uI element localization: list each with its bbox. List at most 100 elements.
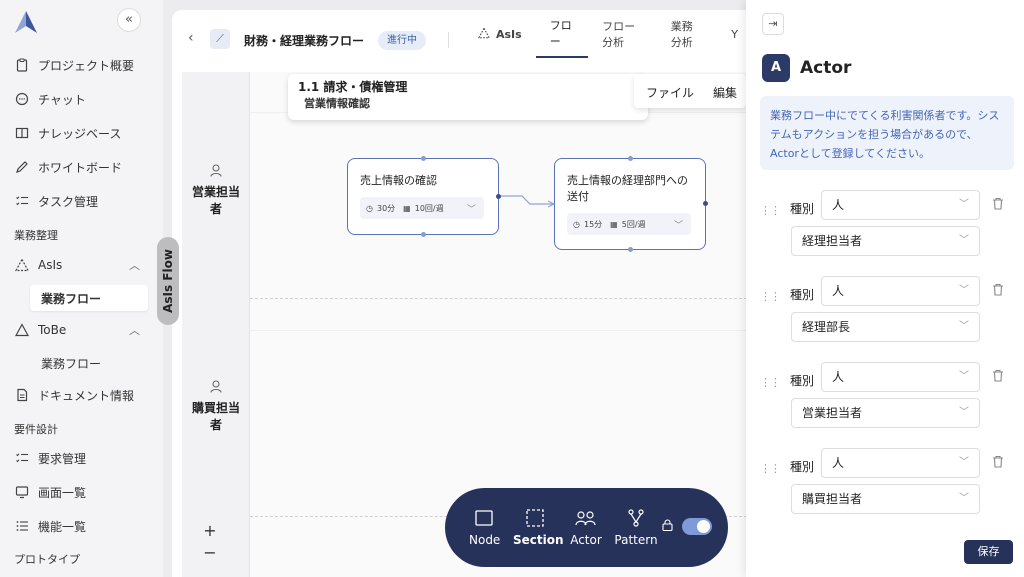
actor-name-select[interactable]: 営業担当者 ﹀ — [791, 398, 980, 428]
node-handle[interactable] — [421, 232, 426, 237]
branch-icon — [614, 508, 658, 528]
zoom-in-button[interactable]: + — [198, 521, 222, 541]
node-title: 売上情報の経理部門への送付 — [567, 174, 688, 203]
monitor-icon — [14, 484, 30, 500]
sidebar-collapse-button[interactable]: « — [117, 8, 141, 32]
sidebar-subitem-asis-flow[interactable]: 業務フロー — [30, 285, 148, 311]
node-time: 15分 — [583, 219, 603, 229]
sidebar-item-tobe[interactable]: ToBe ︿ — [14, 315, 154, 345]
panel-close-button[interactable]: ⇥ — [762, 13, 784, 35]
sidebar-item-knowledge-base[interactable]: ナレッジベース — [14, 118, 154, 148]
triangle-icon — [14, 322, 30, 338]
drag-handle-icon[interactable]: ⋮⋮ — [760, 376, 781, 389]
tab-business-analysis[interactable]: 業務分析 — [657, 10, 718, 58]
back-button[interactable]: ‹ — [188, 30, 194, 46]
toolbar-actor-button[interactable]: Actor — [569, 508, 603, 547]
chevron-up-icon[interactable]: ︿ — [129, 257, 140, 273]
select-value: 経理部長 — [802, 320, 851, 334]
lock-icon — [662, 519, 673, 534]
sidebar-item-requirements[interactable]: 要求管理 — [14, 443, 154, 473]
toolbar-pattern-button[interactable]: Pattern — [614, 508, 658, 547]
panel-description: 業務フロー中にでてくる利害関係者です。システムもアクションを担う場合があるので、… — [760, 96, 1014, 170]
type-label: 種別 — [790, 288, 815, 302]
header-tabs: AsIs フロー フロー分析 業務分析 Y — [464, 10, 752, 58]
drag-handle-icon[interactable]: ⋮⋮ — [760, 462, 781, 475]
status-badge: 進行中 — [378, 31, 426, 50]
sidebar-item-whiteboard[interactable]: ホワイトボード — [14, 152, 154, 182]
flow-node-1[interactable]: 売上情報の確認 ◷ 30分 ▦ 10回/週 ﹀ — [347, 156, 501, 237]
app-logo-icon[interactable] — [14, 10, 38, 34]
actor-name-select[interactable]: 購買担当者 ﹀ — [791, 484, 980, 514]
select-value: 人 — [832, 284, 845, 298]
sidebar-item-project-overview[interactable]: プロジェクト概要 — [14, 50, 154, 80]
tab-flow[interactable]: フロー — [535, 10, 589, 58]
sidebar-subitem-tobe-flow[interactable]: 業務フロー — [30, 350, 148, 376]
select-value: 人 — [832, 456, 845, 470]
actor-name-select[interactable]: 経理担当者 ﹀ — [791, 226, 980, 256]
side-tab-label: AsIs Flow — [161, 249, 175, 313]
page-title: 財務・経理業務フロー — [244, 34, 365, 48]
toolbar-node-button[interactable]: Node — [469, 508, 500, 547]
flow-node-2[interactable]: 売上情報の経理部門への送付 ◷ 15分 ▦ 5回/週 ﹀ — [554, 156, 708, 252]
node-handle[interactable] — [496, 194, 501, 199]
type-label: 種別 — [790, 202, 815, 216]
book-icon — [14, 125, 30, 141]
sidebar-item-asis[interactable]: AsIs ︿ — [14, 250, 154, 280]
actor-name-select[interactable]: 経理部長 ﹀ — [791, 312, 980, 342]
sidebar-item-screens[interactable]: 画面一覧 — [14, 477, 154, 507]
actor-type-select[interactable]: 人 ﹀ — [821, 362, 980, 392]
chat-icon — [14, 91, 30, 107]
toolbar-label: Actor — [570, 533, 602, 547]
save-button[interactable]: 保存 — [964, 540, 1013, 564]
chevron-up-icon[interactable]: ︿ — [129, 322, 140, 338]
trash-icon[interactable] — [992, 197, 1004, 213]
tab-asis[interactable]: AsIs — [464, 10, 536, 58]
lock-toggle[interactable] — [682, 518, 712, 535]
chevron-down-icon[interactable]: ﹀ — [467, 202, 476, 215]
tab-label: 業務分析 — [670, 20, 693, 49]
tab-flow-analysis[interactable]: フロー分析 — [588, 10, 657, 58]
drag-handle-icon[interactable]: ⋮⋮ — [760, 204, 781, 217]
actor-type-select[interactable]: 人 ﹀ — [821, 190, 980, 220]
sidebar-item-functions[interactable]: 機能一覧 — [14, 511, 154, 541]
tab-label: AsIs — [496, 27, 522, 41]
node-handle[interactable] — [628, 156, 633, 161]
clock-icon: ◷ — [573, 219, 580, 229]
zoom-out-button[interactable]: − — [198, 543, 222, 563]
actor-panel: ⇥ A Actor 業務フロー中にでてくる利害関係者です。システムもアクションを… — [746, 0, 1024, 577]
node-meta[interactable]: ◷ 30分 ▦ 10回/週 ﹀ — [360, 197, 484, 219]
pen-icon — [14, 159, 30, 175]
actor-type-select[interactable]: 人 ﹀ — [821, 448, 980, 478]
toolbar-section-button[interactable]: Section — [513, 508, 564, 547]
chevron-down-icon: ﹀ — [959, 235, 969, 246]
dashed-square-icon — [513, 508, 557, 528]
sidebar-item-task-management[interactable]: タスク管理 — [14, 186, 154, 216]
triangle-icon — [477, 26, 491, 42]
type-label: 種別 — [790, 374, 815, 388]
sidebar-item-document[interactable]: ドキュメント情報 — [14, 380, 154, 410]
node-handle[interactable] — [628, 247, 633, 252]
actor-type-select[interactable]: 人 ﹀ — [821, 276, 980, 306]
sidebar-item-label: 要求管理 — [38, 451, 87, 466]
node-meta[interactable]: ◷ 15分 ▦ 5回/週 ﹀ — [567, 213, 691, 235]
users-icon — [569, 508, 603, 528]
list-icon — [14, 518, 30, 534]
chevron-down-icon[interactable]: ﹀ — [674, 218, 683, 231]
section-heading-gyomu: 業務整理 — [14, 229, 58, 242]
node-frequency: 10回/週 — [414, 203, 444, 213]
asis-flow-side-tab[interactable]: AsIs Flow — [157, 237, 179, 325]
trash-icon[interactable] — [992, 455, 1004, 471]
select-value: 人 — [832, 198, 845, 212]
node-handle[interactable] — [703, 201, 708, 206]
drag-handle-icon[interactable]: ⋮⋮ — [760, 290, 781, 303]
trash-icon[interactable] — [992, 369, 1004, 385]
section-heading-requirements: 要件設計 — [14, 423, 58, 436]
tab-label: フロー分析 — [602, 20, 636, 49]
node-frequency: 5回/週 — [621, 219, 646, 229]
trash-icon[interactable] — [992, 283, 1004, 299]
sidebar-item-label: AsIs — [38, 258, 63, 272]
node-handle[interactable] — [421, 156, 426, 161]
actor-row: ⋮⋮ 種別 人 ﹀ 経理部長 ﹀ — [760, 276, 1016, 346]
sidebar-item-label: 機能一覧 — [38, 519, 87, 534]
sidebar-item-chat[interactable]: チャット — [14, 84, 154, 114]
